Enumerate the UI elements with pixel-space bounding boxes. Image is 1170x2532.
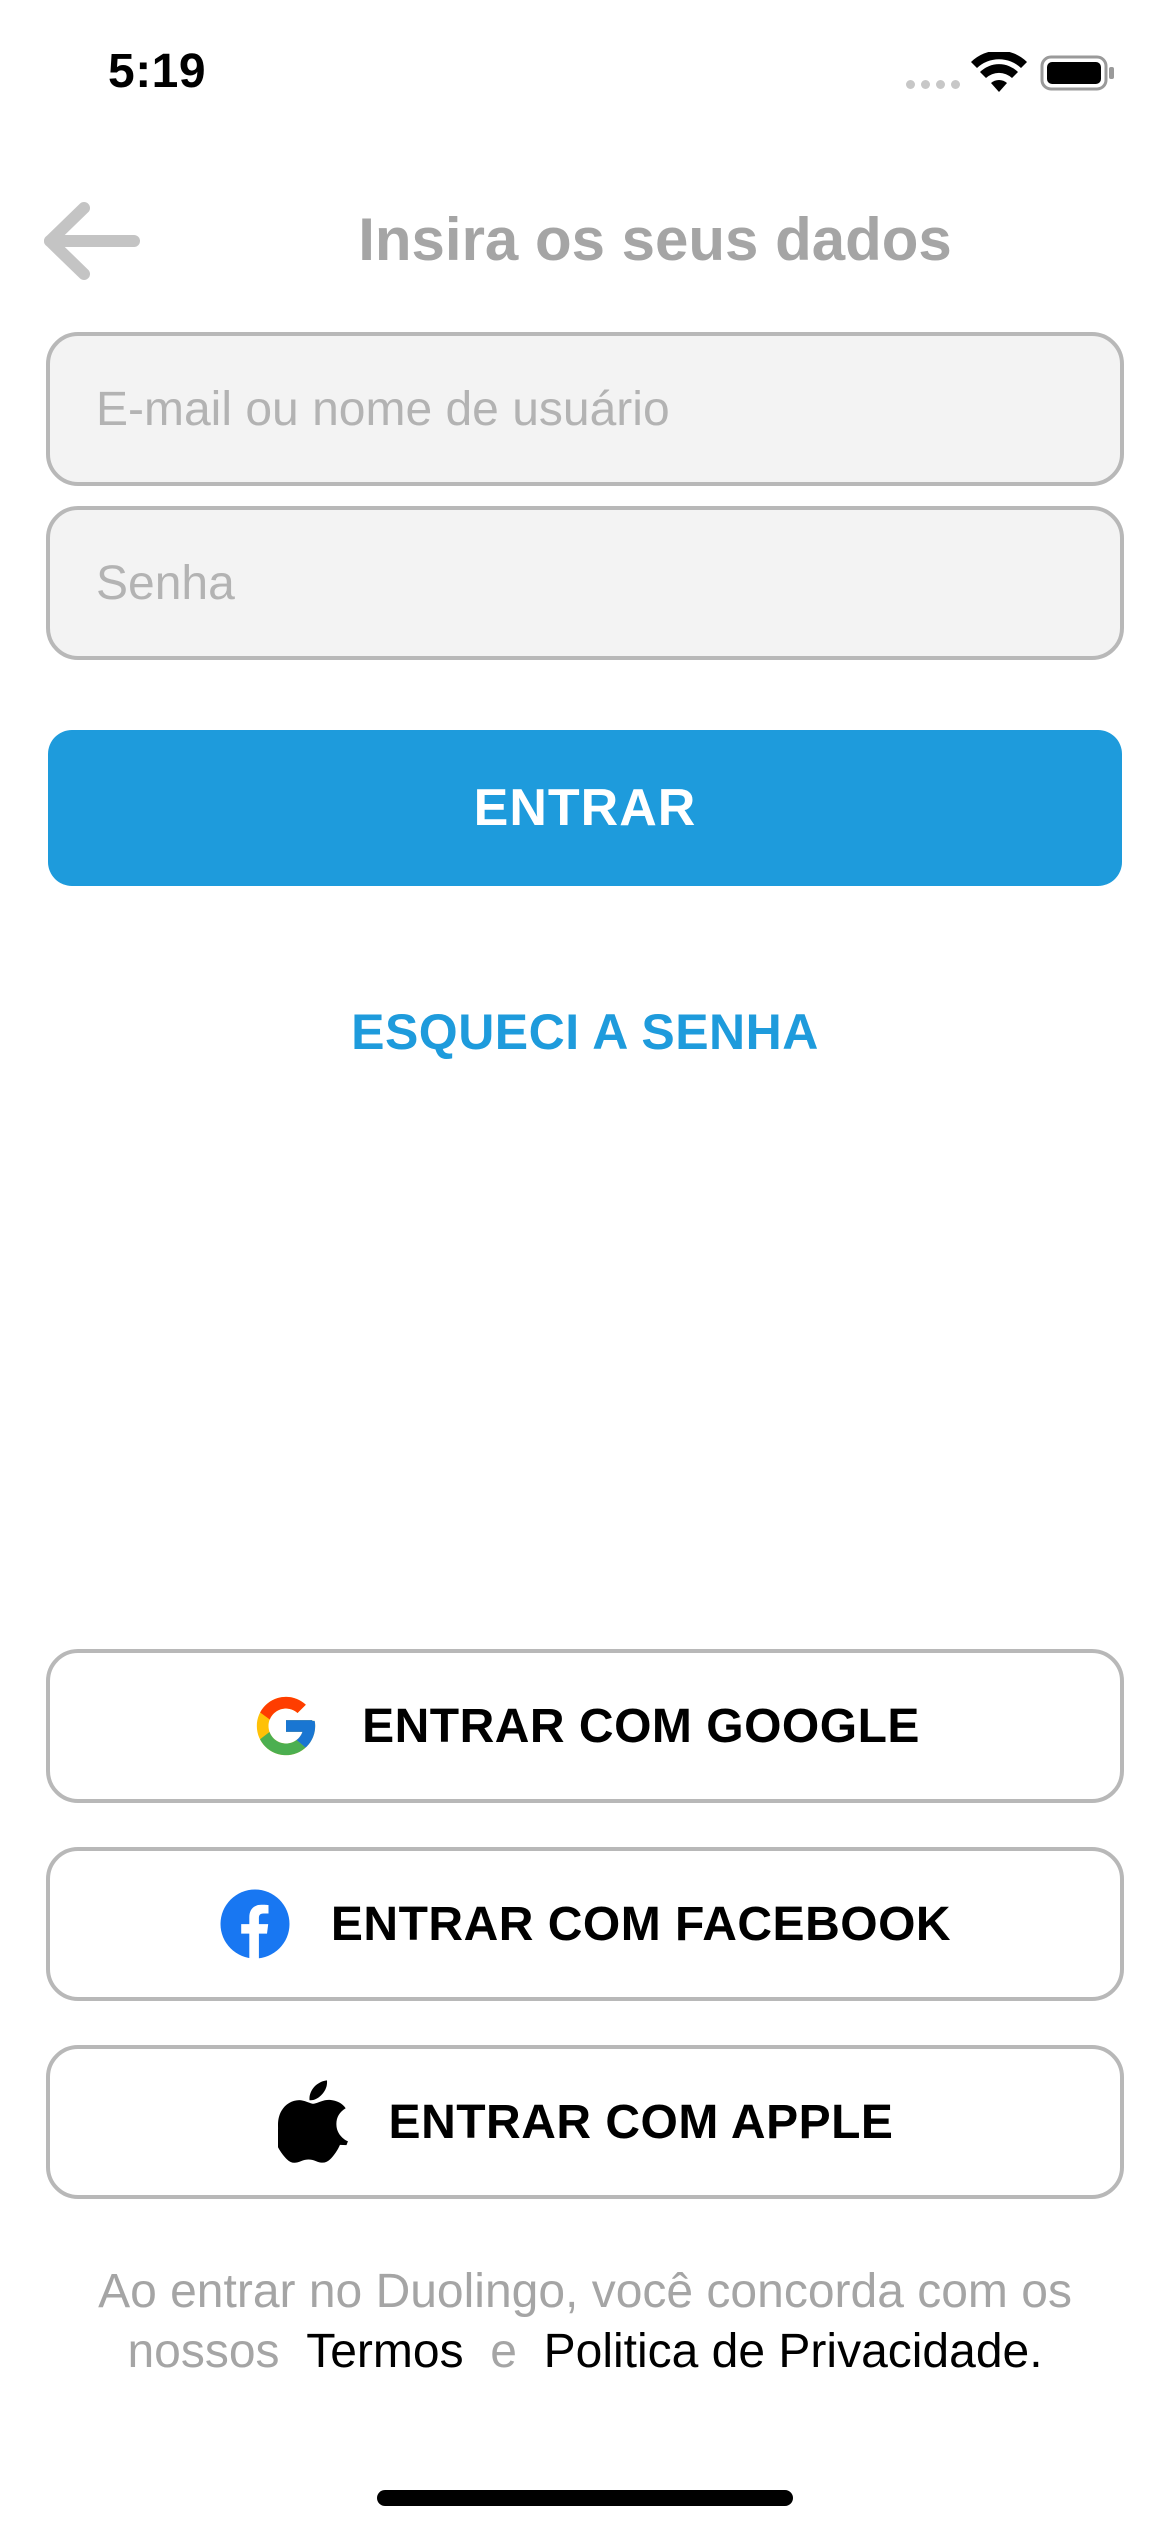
login-button[interactable]: ENTRAR — [48, 730, 1122, 886]
sign-in-google-label: ENTRAR COM GOOGLE — [362, 1699, 920, 1753]
forgot-password-link[interactable]: ESQUECI A SENHA — [0, 1003, 1170, 1061]
email-or-username-input[interactable] — [46, 332, 1124, 486]
wifi-icon — [971, 52, 1027, 92]
status-bar: 5:19 — [0, 0, 1170, 150]
page-title: Insira os seus dados — [358, 206, 952, 273]
sign-in-facebook-button[interactable]: ENTRAR COM FACEBOOK — [46, 1847, 1124, 2001]
battery-icon — [1040, 55, 1114, 91]
terms-joiner: e — [490, 2325, 517, 2378]
arrow-left-icon — [44, 202, 140, 280]
apple-icon — [277, 2080, 349, 2163]
home-indicator[interactable] — [377, 2490, 793, 2506]
sign-in-apple-button[interactable]: ENTRAR COM APPLE — [46, 2045, 1124, 2199]
password-input[interactable] — [46, 506, 1124, 660]
sign-in-google-button[interactable]: ENTRAR COM GOOGLE — [46, 1649, 1124, 1803]
terms-link[interactable]: Termos — [306, 2325, 463, 2378]
status-time: 5:19 — [108, 45, 207, 98]
sign-in-facebook-label: ENTRAR COM FACEBOOK — [330, 1897, 952, 1951]
cellular-signal-icon — [906, 80, 960, 89]
privacy-policy-link[interactable]: Politica de Privacidade. — [544, 2325, 1043, 2378]
google-icon — [250, 1690, 322, 1762]
sign-in-apple-label: ENTRAR COM APPLE — [388, 2095, 894, 2149]
back-button[interactable] — [42, 200, 142, 282]
facebook-icon — [219, 1888, 291, 1960]
terms-notice: Ao entrar no Duolingo, você concorda com… — [40, 2262, 1130, 2382]
